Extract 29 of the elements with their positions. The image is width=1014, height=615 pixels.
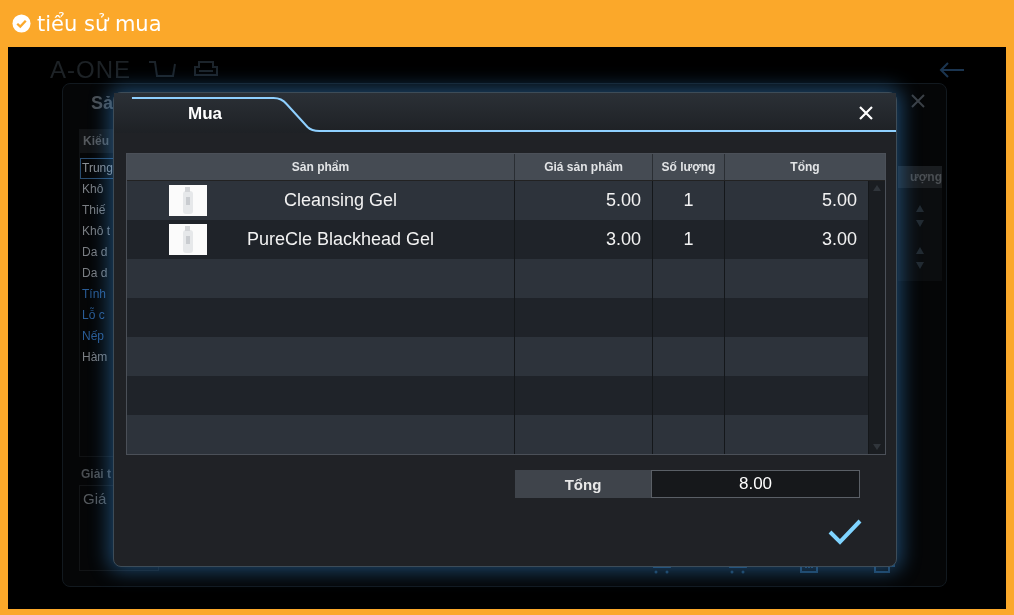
list-item[interactable]: Trung xyxy=(80,158,116,179)
check-circle-icon xyxy=(12,14,31,33)
total-label: Tổng xyxy=(515,470,651,498)
description-label: Giải t xyxy=(81,467,112,483)
cart-icon xyxy=(147,60,177,80)
scroll-up-icon[interactable] xyxy=(872,184,882,192)
scrollbar[interactable] xyxy=(869,181,885,454)
column-header: Sản phẩm xyxy=(127,154,515,180)
list-item[interactable]: Nếp xyxy=(80,326,116,347)
column-header: Tổng xyxy=(789,159,821,176)
column-header: Giá sản phẩm xyxy=(515,154,653,180)
panel-title: Sả xyxy=(91,93,115,115)
product-name: Cleansing Gel xyxy=(282,190,399,211)
list-item[interactable]: Lỗ c xyxy=(80,305,116,326)
back-arrow-icon[interactable] xyxy=(938,61,966,79)
list-item[interactable]: Tính xyxy=(80,284,116,305)
total-value: 8.00 xyxy=(651,470,860,498)
product-name: PureCle Blackhead Gel xyxy=(245,229,436,250)
page-title: tiểu sử mua xyxy=(37,11,162,36)
dialog-title: Mua xyxy=(188,104,222,124)
list-item[interactable]: Khô t xyxy=(80,221,116,242)
list-item[interactable]: Khô xyxy=(80,179,116,200)
scroll-down-icon[interactable] xyxy=(872,443,882,451)
list-item[interactable]: Da d xyxy=(80,242,116,263)
column-header: Số lượng xyxy=(653,154,725,180)
confirm-check-icon[interactable] xyxy=(827,517,863,547)
list-item[interactable]: Hàm xyxy=(80,347,116,368)
list-item[interactable]: Thiế xyxy=(80,200,116,221)
list-item[interactable]: Da d xyxy=(80,263,116,284)
